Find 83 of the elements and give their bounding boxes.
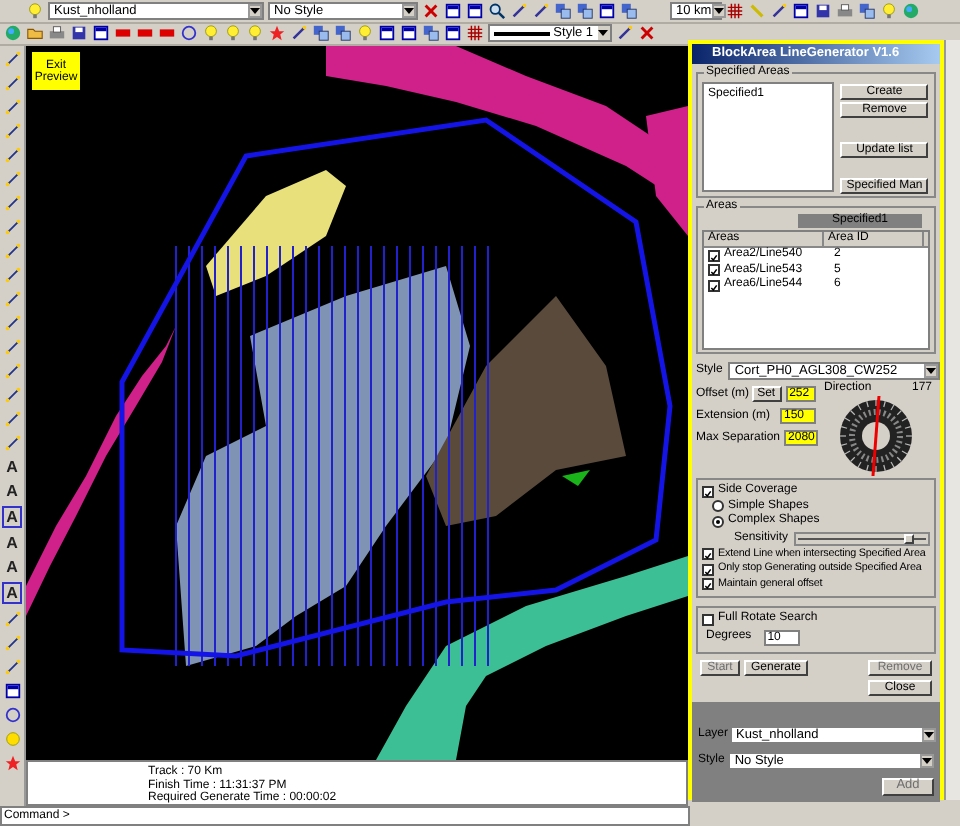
cross-icon[interactable] — [638, 24, 656, 43]
bulb-icon[interactable] — [246, 24, 264, 43]
line-tool-icon[interactable] — [3, 658, 21, 676]
pencil-icon[interactable] — [770, 1, 788, 20]
window-icon[interactable] — [598, 1, 616, 20]
radio-button[interactable] — [712, 500, 724, 513]
dropdown-arrow-icon — [250, 7, 260, 14]
line-tool-icon[interactable] — [3, 50, 21, 68]
line-tool-icon[interactable] — [3, 434, 21, 452]
window-icon[interactable] — [444, 24, 462, 43]
save-icon[interactable] — [70, 24, 88, 43]
pencil-icon[interactable] — [510, 1, 528, 20]
dropdown-arrow-icon — [404, 7, 414, 14]
line-tool-icon[interactable] — [3, 170, 21, 188]
folder-icon[interactable] — [26, 24, 44, 43]
checkbox[interactable] — [702, 485, 714, 498]
window-icon[interactable] — [400, 24, 418, 43]
checkbox[interactable] — [702, 613, 714, 626]
line-tool-icon[interactable] — [3, 290, 21, 308]
checkbox[interactable] — [702, 563, 714, 576]
line-tool-icon[interactable] — [3, 98, 21, 116]
pencil-icon[interactable] — [290, 24, 308, 43]
radio-button[interactable] — [712, 515, 724, 528]
text-tool-button[interactable]: A — [2, 582, 22, 604]
star-icon[interactable] — [3, 754, 21, 772]
pencil-icon[interactable] — [616, 24, 634, 43]
text-tool-button[interactable]: A — [2, 458, 22, 476]
line-tool-icon[interactable] — [3, 266, 21, 284]
line-tool-icon[interactable] — [3, 338, 21, 356]
layers-icon[interactable] — [422, 24, 440, 43]
star-icon[interactable] — [268, 24, 286, 43]
line-tool-icon[interactable] — [3, 610, 21, 628]
dropdown-arrow-icon — [924, 732, 934, 738]
dot-icon[interactable] — [3, 730, 21, 748]
checkbox[interactable] — [708, 264, 720, 277]
dropdown-arrow-icon — [713, 7, 724, 14]
grid-icon[interactable] — [466, 24, 484, 43]
search-icon[interactable] — [488, 1, 506, 20]
line-tool-icon[interactable] — [3, 362, 21, 380]
line-tool-icon[interactable] — [3, 194, 21, 212]
layers-icon[interactable] — [858, 1, 876, 20]
text-tool-button[interactable]: A — [2, 534, 22, 552]
line-tool-icon[interactable] — [3, 74, 21, 92]
window-icon[interactable] — [3, 682, 21, 700]
checkbox[interactable] — [702, 548, 714, 561]
printer-icon[interactable] — [836, 1, 854, 20]
line-tool-icon[interactable] — [3, 146, 21, 164]
checkbox[interactable] — [708, 279, 720, 292]
dropdown-arrow-icon — [598, 30, 609, 37]
text-tool-button[interactable]: A — [2, 482, 22, 500]
sensitivity-slider-track[interactable] — [794, 531, 930, 545]
grid-icon[interactable] — [726, 1, 744, 20]
dropdown-arrow-icon — [926, 368, 937, 374]
printer-icon[interactable] — [48, 24, 66, 43]
bulb-icon[interactable] — [202, 24, 220, 43]
checkbox[interactable] — [702, 578, 714, 591]
bulb-icon[interactable] — [880, 1, 898, 20]
circle-icon[interactable] — [180, 24, 198, 43]
line-tool-icon[interactable] — [3, 122, 21, 140]
bulb-icon[interactable] — [26, 1, 44, 20]
layers-icon[interactable] — [620, 1, 638, 20]
slider-thumb[interactable] — [904, 533, 915, 543]
line-tool-icon[interactable] — [3, 634, 21, 652]
window-icon[interactable] — [378, 24, 396, 43]
line-tool-icon[interactable] — [3, 314, 21, 332]
window-icon[interactable] — [444, 1, 462, 20]
line-tool-icon[interactable] — [3, 218, 21, 236]
line-tool-icon[interactable] — [3, 386, 21, 404]
scrollbar[interactable] — [944, 40, 960, 800]
line-tool-icon[interactable] — [3, 410, 21, 428]
circle-icon[interactable] — [3, 706, 21, 724]
dropdown-arrow-icon — [922, 758, 933, 764]
save-icon[interactable] — [814, 1, 832, 20]
line-tool-icon[interactable] — [3, 242, 21, 260]
window-icon[interactable] — [792, 1, 810, 20]
cross-icon[interactable] — [422, 1, 440, 20]
text-tool-button[interactable]: A — [2, 506, 22, 528]
window-icon[interactable] — [466, 1, 484, 20]
window-icon[interactable] — [92, 24, 110, 43]
text-tool-button[interactable]: A — [2, 558, 22, 576]
bulb-icon[interactable] — [224, 24, 242, 43]
checkbox[interactable] — [708, 249, 720, 262]
pencil-icon[interactable] — [532, 1, 550, 20]
